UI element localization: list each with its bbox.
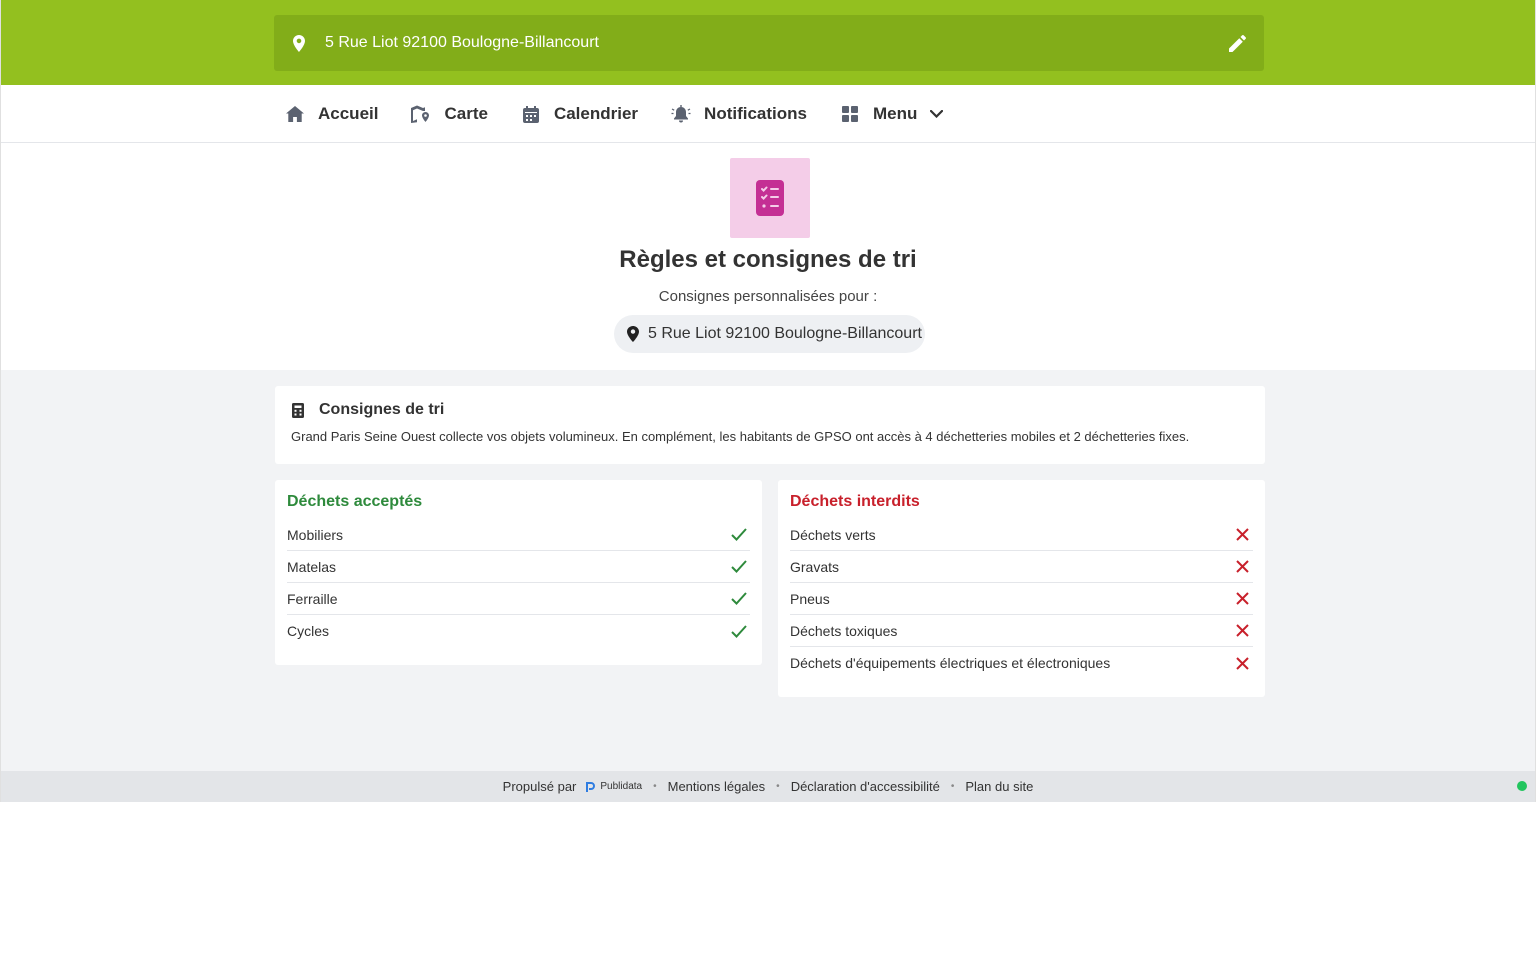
nav-item-calendrier[interactable]: Calendrier: [521, 104, 638, 124]
list-item: Gravats: [790, 551, 1253, 583]
chevron-down-icon: [929, 107, 943, 121]
list-item-label: Gravats: [790, 558, 840, 575]
list-item-label: Ferraille: [287, 590, 338, 607]
app-window: 5 Rue Liot 92100 Boulogne-Billancourt Ac…: [0, 0, 1536, 802]
info-card: Consignes de tri Grand Paris Seine Ouest…: [275, 386, 1265, 464]
page-header: Règles et consignes de tri Consignes per…: [1, 143, 1535, 370]
nav-item-accueil[interactable]: Accueil: [285, 104, 378, 124]
publidata-link[interactable]: Publidata: [586, 781, 642, 792]
check-icon: [730, 526, 748, 544]
refused-waste-card: Déchets interdits Déchets verts Gravats …: [778, 480, 1265, 697]
checklist-icon: [730, 158, 810, 238]
powered-by-text: Propulsé par: [502, 779, 577, 794]
list-item: Mobiliers: [287, 519, 750, 551]
list-item-label: Matelas: [287, 558, 337, 575]
cross-icon: [1233, 558, 1251, 576]
list-item-label: Mobiliers: [287, 526, 344, 543]
map-pin-icon: [411, 104, 431, 124]
list-item: Déchets d'équipements électriques et éle…: [790, 647, 1253, 679]
cross-icon: [1233, 622, 1251, 640]
home-icon: [285, 104, 305, 124]
current-address: 5 Rue Liot 92100 Boulogne-Billancourt: [325, 34, 599, 51]
list-item: Déchets verts: [790, 519, 1253, 551]
list-item-label: Cycles: [287, 623, 330, 639]
nav-label: Calendrier: [553, 104, 639, 123]
nav-item-notifications[interactable]: Notifications: [671, 104, 807, 124]
footer-separator: •: [950, 781, 955, 792]
status-indicator: [1517, 781, 1527, 791]
cross-icon: [1233, 526, 1251, 544]
list-item-label: Pneus: [790, 590, 830, 607]
check-icon: [730, 558, 748, 576]
main-nav: Accueil Carte Calendrier Notifications M…: [1, 85, 1535, 143]
list-item: Ferraille: [287, 583, 750, 615]
nav-label: Notifications: [704, 104, 807, 123]
check-icon: [730, 590, 748, 608]
accessibility-link[interactable]: Déclaration d'accessibilité: [791, 779, 940, 794]
address-bar[interactable]: 5 Rue Liot 92100 Boulogne-Billancourt: [274, 15, 1264, 71]
legal-notice-link[interactable]: Mentions légales: [668, 779, 766, 794]
info-card-description: Grand Paris Seine Ouest collecte vos obj…: [291, 429, 1190, 444]
check-icon: [730, 622, 748, 640]
footer-separator: •: [653, 781, 657, 792]
list-item-label: Déchets verts: [790, 526, 876, 543]
page-subtitle: Consignes personnalisées pour :: [658, 288, 878, 305]
list-item: Pneus: [790, 583, 1253, 615]
address-pill-text: 5 Rue Liot 92100 Boulogne-Billancourt: [648, 325, 922, 342]
location-pin-icon: [626, 326, 639, 342]
footer-separator: •: [776, 781, 780, 792]
sitemap-link[interactable]: Plan du site: [965, 779, 1033, 794]
top-bar: 5 Rue Liot 92100 Boulogne-Billancourt: [1, 0, 1535, 85]
main-content: Consignes de tri Grand Paris Seine Ouest…: [1, 370, 1535, 771]
address-pill[interactable]: 5 Rue Liot 92100 Boulogne-Billancourt: [614, 315, 925, 353]
publidata-brand-text: Publidata: [600, 781, 643, 792]
refused-waste-title: Déchets interdits: [790, 493, 920, 510]
location-pin-icon: [291, 34, 307, 52]
footer: Propulsé par Publidata • Mentions légale…: [1, 771, 1535, 802]
list-item: Cycles: [287, 615, 750, 647]
list-item-label: Déchets toxiques: [790, 622, 898, 639]
grid-icon: [840, 104, 860, 124]
nav-label: Carte: [444, 104, 488, 123]
info-card-title: Consignes de tri: [319, 401, 445, 418]
nav-item-menu[interactable]: Menu: [840, 104, 943, 124]
cross-icon: [1233, 654, 1251, 672]
list-item: Matelas: [287, 551, 750, 583]
cross-icon: [1233, 590, 1251, 608]
page-title: Règles et consignes de tri: [619, 246, 917, 273]
bell-icon: [671, 104, 691, 124]
accepted-waste-card: Déchets acceptés Mobiliers Matelas Ferra…: [275, 480, 762, 665]
list-item-label: Déchets d'équipements électriques et éle…: [790, 655, 1111, 671]
nav-label: Accueil: [318, 104, 379, 123]
nav-item-carte[interactable]: Carte: [411, 104, 488, 124]
publidata-logo-icon: [586, 781, 596, 792]
pencil-icon[interactable]: [1227, 33, 1247, 53]
nav-label: Menu: [873, 104, 918, 123]
accepted-waste-title: Déchets acceptés: [287, 493, 423, 510]
list-item: Déchets toxiques: [790, 615, 1253, 647]
calculator-list-icon: [291, 402, 305, 418]
calendar-icon: [521, 104, 541, 124]
